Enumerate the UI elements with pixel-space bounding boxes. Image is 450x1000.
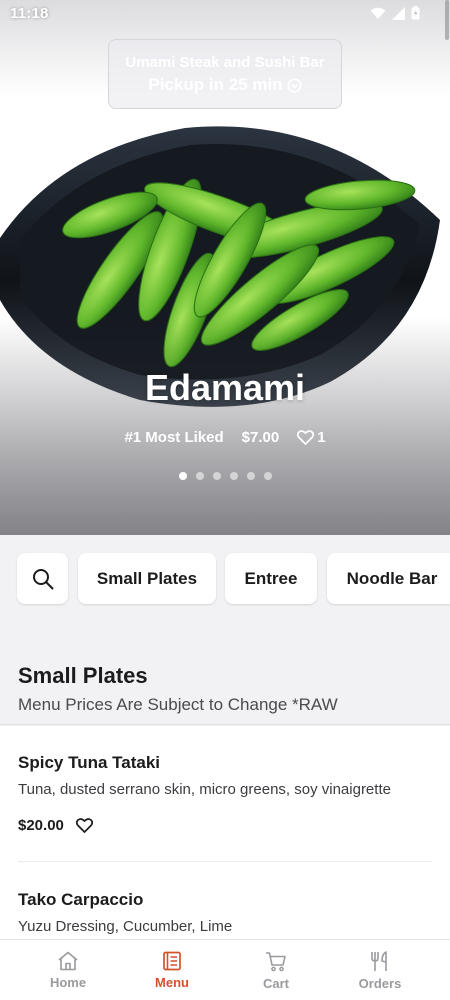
section-subtitle: Menu Prices Are Subject to Change *RAW — [18, 695, 338, 714]
wifi-icon — [370, 7, 386, 19]
carousel-dot[interactable] — [263, 472, 272, 480]
nav-label: Cart — [262, 976, 289, 991]
nav-home[interactable]: Home — [16, 940, 120, 1000]
heart-icon — [297, 430, 315, 445]
status-bar: 11:18 — [0, 0, 450, 28]
menu-item-description: Tuna, dusted serrano skin, micro greens,… — [18, 781, 391, 798]
menu-item[interactable]: Tako Carpaccio Yuzu Dressing, Cucumber, … — [0, 890, 450, 935]
category-chip-noodle-bar[interactable]: Noodle Bar — [327, 553, 450, 604]
section-header: Small Plates Menu Prices Are Subject to … — [0, 623, 450, 725]
category-chip-entree[interactable]: Entree — [225, 553, 317, 604]
cart-icon — [266, 952, 286, 972]
hero-shade — [0, 315, 450, 535]
section-title: Small Plates — [18, 663, 148, 688]
status-time: 11:18 — [10, 5, 49, 22]
featured-dish-meta: #1 Most Liked $7.00 1 — [0, 429, 450, 446]
nav-menu[interactable]: Menu — [120, 940, 224, 1000]
restaurant-name: Umami Steak and Sushi Bar — [125, 54, 325, 71]
carousel-indicator[interactable] — [0, 472, 450, 480]
divider — [18, 861, 432, 862]
restaurant-pickup-card[interactable]: Umami Steak and Sushi Bar Pickup in 25 m… — [108, 39, 342, 109]
battery-icon — [411, 6, 420, 20]
likes-count: 1 — [317, 429, 326, 446]
heart-icon[interactable] — [75, 818, 93, 833]
featured-price: $7.00 — [241, 429, 280, 446]
carousel-dot[interactable] — [229, 472, 238, 480]
featured-dish-title: Edamami — [144, 367, 306, 408]
nav-label: Menu — [155, 975, 189, 990]
carousel-dot[interactable] — [212, 472, 221, 480]
pickup-time-row: Pickup in 25 min — [109, 75, 341, 95]
signal-icon — [392, 6, 405, 20]
search-button[interactable] — [17, 553, 68, 604]
carousel-dot[interactable] — [178, 472, 187, 480]
most-liked-badge: #1 Most Liked — [124, 429, 224, 446]
nav-orders[interactable]: Orders — [328, 940, 432, 1000]
status-icons — [370, 6, 420, 20]
bottom-nav: Home Menu Cart Orders — [0, 939, 450, 1000]
carousel-dot[interactable] — [246, 472, 255, 480]
menu-item-price: $20.00 — [18, 817, 64, 834]
pickup-time: Pickup in 25 min — [148, 75, 283, 94]
category-bar[interactable]: Small Plates Entree Noodle Bar — [0, 535, 450, 623]
menu-item-description: Yuzu Dressing, Cucumber, Lime — [18, 918, 233, 935]
menu-item-name: Tako Carpaccio — [18, 890, 144, 909]
carousel-dot[interactable] — [195, 472, 204, 480]
menu-book-icon — [163, 951, 181, 971]
menu-item-name: Spicy Tuna Tataki — [18, 753, 161, 772]
menu-list[interactable]: Spicy Tuna Tataki Tuna, dusted serrano s… — [0, 726, 450, 939]
nav-cart[interactable]: Cart — [224, 940, 328, 1000]
hero-banner[interactable]: 11:18 Umami Steak and Sushi Bar Pickup i… — [0, 0, 450, 535]
menu-item[interactable]: Spicy Tuna Tataki Tuna, dusted serrano s… — [0, 753, 450, 834]
likes[interactable]: 1 — [297, 429, 326, 446]
home-icon — [58, 951, 78, 971]
chevron-down-circle-icon — [287, 78, 302, 92]
menu-item-price-row: $20.00 — [18, 817, 432, 834]
nav-label: Orders — [358, 976, 402, 991]
search-icon — [32, 568, 53, 589]
nav-label: Home — [49, 975, 87, 990]
fork-knife-icon — [371, 951, 387, 971]
category-chip-small-plates[interactable]: Small Plates — [78, 553, 216, 604]
